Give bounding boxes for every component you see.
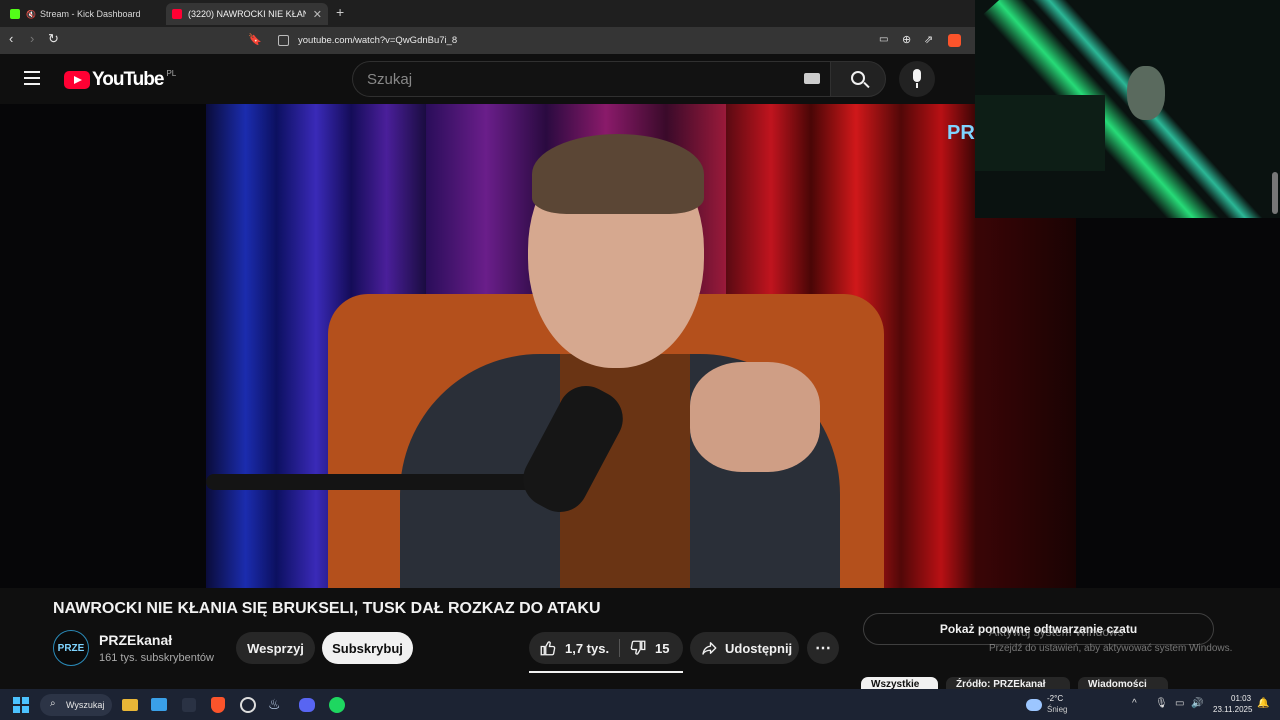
bookmark-icon[interactable]: 🔖 [248,33,262,46]
like-count: 1,7 tys. [565,640,610,656]
channel-avatar[interactable]: PRZE [53,630,89,666]
microphone-tray-icon[interactable]: 🎙 [1155,698,1168,709]
menu-icon[interactable] [24,71,40,85]
dislike-count: 15 [655,640,670,656]
site-info-icon[interactable] [278,35,289,46]
steam-icon[interactable]: ♨ [268,696,281,713]
page-scrollbar[interactable] [1272,172,1278,214]
weather-icon[interactable] [1026,699,1042,711]
volume-icon[interactable]: 🔊 [1191,698,1203,709]
subscribe-button[interactable]: Subskrybuj [322,632,413,664]
webcam-overlay [975,0,1280,218]
subscriber-count: 161 tys. subskrybentów [99,652,214,664]
reload-icon[interactable]: ↻ [48,31,59,47]
new-tab-button[interactable]: + [336,4,344,20]
obs-icon[interactable] [240,697,256,713]
clock-time[interactable]: 01:03 [1231,694,1251,703]
notifications-icon[interactable]: 🔔 [1257,698,1269,709]
youtube-play-icon [64,71,90,89]
network-icon[interactable]: ▭ [1175,698,1184,709]
share-page-icon[interactable]: ⇗ [924,33,933,46]
tab-youtube-video[interactable]: (3220) NAWROCKI NIE KŁANIA S ✕ [166,3,328,25]
taskbar-search[interactable]: ⌕ Wyszukaj [40,694,112,716]
spotify-icon[interactable] [329,697,345,713]
windows-taskbar: ⌕ Wyszukaj ♨ ^ 🎙 ▭ 🔊 🔔 [0,689,1280,720]
channel-name[interactable]: PRZEkanał [99,632,172,648]
discord-icon[interactable] [299,698,315,712]
weather-description[interactable]: Śnieg [1047,705,1067,714]
share-button[interactable]: Udostępnij [690,632,799,664]
brave-shield-icon[interactable] [948,34,961,47]
more-actions-button[interactable]: ⋯ [807,632,839,664]
weather-temperature[interactable]: -2°C [1047,694,1063,703]
speaker-hand [690,362,820,472]
microphone-icon [913,69,921,82]
logo-text: YouTube [92,69,164,90]
kick-icon [10,9,20,19]
youtube-favicon-icon [172,9,182,19]
search-button[interactable] [830,61,886,97]
tab-title: Stream - Kick Dashboard [39,9,141,19]
windows-start-icon[interactable] [13,697,29,713]
search-placeholder: Szukaj [367,70,413,88]
like-dislike-group: 1,7 tys. 15 [529,632,683,664]
windows-activation-hint: Przejdź do ustawień, aby aktywować syste… [989,643,1233,654]
support-button[interactable]: Wesprzyj [236,632,315,664]
speaker-hair [532,134,704,214]
windows-activation-title: Aktywuj system Windows [989,625,1124,639]
like-button[interactable]: 1,7 tys. [529,632,619,664]
share-icon [702,642,717,655]
dislike-button[interactable]: 15 [620,632,683,664]
tab-title: (3220) NAWROCKI NIE KŁANIA S [188,9,306,19]
cast-icon[interactable]: ▭ [879,34,888,45]
youtube-logo[interactable]: YouTube PL [64,69,176,91]
keyboard-icon[interactable] [804,73,820,84]
search-icon: ⌕ [50,698,56,709]
brave-browser-icon[interactable] [211,697,225,713]
photos-icon[interactable] [151,698,167,711]
video-title: NAWROCKI NIE KŁANIA SIĘ BRUKSELI, TUSK D… [53,600,601,617]
app-icon[interactable] [182,698,196,712]
zoom-icon[interactable]: ⊕ [902,33,911,46]
search-input[interactable]: Szukaj [352,61,830,97]
country-code: PL [166,68,177,78]
url-text: youtube.com/watch?v=QwGdnBu7i_8 [298,35,458,46]
clock-date[interactable]: 23.11.2025 [1213,705,1252,714]
close-tab-icon[interactable]: ✕ [313,8,322,21]
like-focus-underline [529,671,683,673]
back-icon[interactable]: ‹ [9,31,13,46]
file-explorer-icon[interactable] [122,699,138,711]
address-bar[interactable]: youtube.com/watch?v=QwGdnBu7i_8 [270,30,970,51]
tab-kick-dashboard[interactable]: 🔇 Stream - Kick Dashboard [4,3,164,25]
streamer-face [1127,66,1165,120]
thumbs-up-icon [540,641,556,656]
thumbs-down-icon [630,640,646,655]
taskbar-search-label: Wyszukaj [66,700,105,710]
share-label: Udostępnij [725,640,793,656]
voice-search-button[interactable] [899,61,935,97]
muted-icon[interactable]: 🔇 [26,10,36,19]
chevron-up-icon[interactable]: ^ [1132,698,1137,709]
forward-icon[interactable]: › [30,31,34,46]
background-plant [975,95,1105,171]
